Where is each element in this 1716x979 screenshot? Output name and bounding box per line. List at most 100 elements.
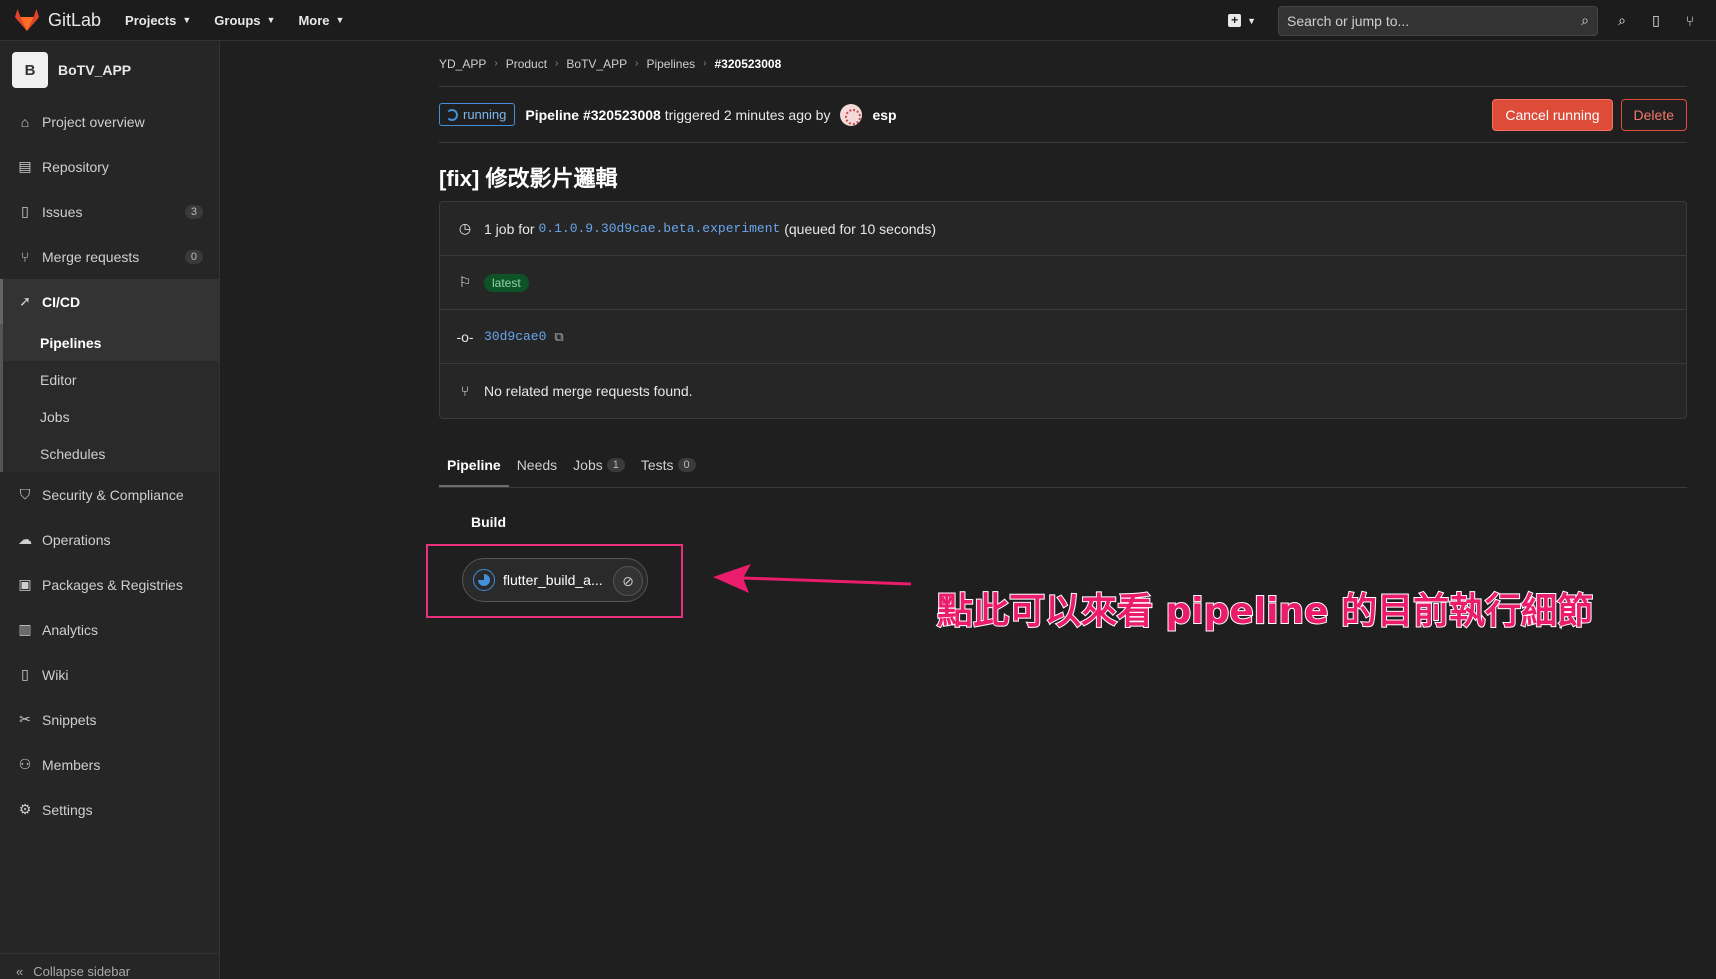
sidebar-item-wiki[interactable]: ▯ Wiki <box>0 652 219 697</box>
sidebar-item-packages[interactable]: ▣ Packages & Registries <box>0 562 219 607</box>
copy-icon[interactable]: ⧉ <box>554 329 563 345</box>
search-input[interactable] <box>1287 12 1582 29</box>
breadcrumb: YD_APP › Product › BoTV_APP › Pipelines › #3… <box>439 41 1687 87</box>
sidebar-item-project-overview[interactable]: ⌂ Project overview <box>0 99 219 144</box>
sidebar-item-label: Wiki <box>42 666 69 683</box>
commit-icon: -o- <box>456 328 474 345</box>
sidebar-item-label: CI/CD <box>42 293 81 310</box>
nav-more[interactable]: More ▼ <box>298 13 344 28</box>
avatar[interactable] <box>840 103 863 126</box>
cloud-icon: ☁ <box>18 531 32 547</box>
chevron-down-icon: ▼ <box>1247 15 1256 26</box>
chevron-down-icon: ▼ <box>335 15 345 25</box>
issues-icon[interactable]: ▯ <box>1648 12 1664 29</box>
count-badge: 3 <box>184 204 203 219</box>
info-row-merge-requests: ⑂ No related merge requests found. <box>440 364 1686 418</box>
sidebar-subitem-editor[interactable]: Editor <box>3 361 219 398</box>
breadcrumb-item[interactable]: BoTV_APP <box>566 57 627 71</box>
job-button[interactable]: flutter_build_a... ⊘ <box>462 558 648 602</box>
sidebar-item-snippets[interactable]: ✂ Snippets <box>0 697 219 742</box>
rocket-icon: ➚ <box>19 293 31 309</box>
count-badge: 0 <box>677 458 696 472</box>
sidebar-item-merge-requests[interactable]: ⑂ Merge requests 0 <box>0 234 219 279</box>
project-header[interactable]: B BoTV_APP <box>0 41 219 99</box>
annotation-text: 點此可以來看 pipeline 的目前執行細節 <box>936 590 1594 633</box>
sidebar-item-label: Members <box>42 756 101 773</box>
scissors-icon: ✂ <box>19 711 31 727</box>
flag-icon: ⚐ <box>458 274 472 290</box>
sidebar-item-label: Operations <box>42 531 111 548</box>
nav-groups[interactable]: Groups ▼ <box>214 13 275 28</box>
sidebar-item-label: Analytics <box>42 621 99 638</box>
pipeline-info-box: ◷ 1 job for 0.1.0.9.30d9cae.beta.experim… <box>439 201 1687 419</box>
top-navbar: GitLab Projects▼ Groups▼ More▼ +▼ ⌕ ⌕ ▯ … <box>0 0 1716 41</box>
sidebar-item-label: Repository <box>42 158 109 175</box>
commit-sha-link[interactable]: 30d9cae0 <box>484 329 546 344</box>
chevron-down-icon: ▼ <box>182 15 192 25</box>
project-name: BoTV_APP <box>58 62 132 78</box>
clock-icon: ◷ <box>458 220 472 236</box>
tab-label: Needs <box>516 457 558 473</box>
tab-label: Tests <box>640 457 674 473</box>
count-badge: 1 <box>606 458 625 472</box>
tab-pipeline[interactable]: Pipeline <box>439 457 509 487</box>
ref-link[interactable]: 0.1.0.9.30d9cae.beta.experiment <box>538 221 780 236</box>
page-title: [fix] 修改影片邏輯 <box>439 166 618 191</box>
breadcrumb-item[interactable]: YD_APP <box>439 57 486 71</box>
issues-icon: ▯ <box>21 203 29 219</box>
breadcrumb-current[interactable]: #320523008 <box>715 57 782 71</box>
search-box[interactable]: ⌕ <box>1278 5 1598 36</box>
pipeline-tabs: Pipeline Needs Jobs 1 Tests 0 <box>439 439 1687 488</box>
tab-needs[interactable]: Needs <box>509 457 565 487</box>
new-dropdown-button[interactable]: + ▼ <box>1228 14 1256 27</box>
nav-projects[interactable]: Projects ▼ <box>125 13 191 28</box>
sidebar-subitem-pipelines[interactable]: Pipelines <box>3 324 219 361</box>
collapse-label: Collapse sidebar <box>33 964 131 979</box>
tab-jobs[interactable]: Jobs 1 <box>565 457 633 487</box>
collapse-sidebar-button[interactable]: « Collapse sidebar <box>0 953 219 979</box>
sidebar-item-security[interactable]: ⛉ Security & Compliance <box>0 472 219 517</box>
users-icon: ⚇ <box>18 756 32 772</box>
doc-icon: ▤ <box>18 158 32 174</box>
delete-button[interactable]: Delete <box>1620 98 1687 131</box>
sidebar-subitem-jobs[interactable]: Jobs <box>3 398 219 435</box>
triggered-text: triggered 2 minutes ago by <box>664 106 831 123</box>
cicd-subnav: Pipelines Editor Jobs Schedules <box>0 324 219 472</box>
search-icon[interactable]: ⌕ <box>1614 12 1630 29</box>
breadcrumb-item[interactable]: Pipelines <box>646 57 695 71</box>
sidebar: B BoTV_APP ⌂ Project overview ▤ Repository… <box>0 41 220 979</box>
chevron-right-icon: › <box>703 58 707 69</box>
sidebar-item-label: Merge requests <box>42 248 140 265</box>
info-row-commit: -o- 30d9cae0 ⧉ <box>440 310 1686 364</box>
merge-request-icon: ⑂ <box>460 383 470 399</box>
latest-badge: latest <box>484 273 529 292</box>
sidebar-subitem-schedules[interactable]: Schedules <box>3 435 219 472</box>
project-avatar: B <box>12 52 48 88</box>
sidebar-item-analytics[interactable]: ▥ Analytics <box>0 607 219 652</box>
book-icon: ▯ <box>21 666 29 682</box>
package-icon: ▣ <box>18 576 32 592</box>
job-count-text: 1 job for <box>484 220 535 237</box>
breadcrumb-item[interactable]: Product <box>506 57 547 71</box>
sidebar-item-issues[interactable]: ▯ Issues 3 <box>0 189 219 234</box>
status-label: running <box>463 107 507 122</box>
pipeline-id: Pipeline #320523008 <box>525 106 661 123</box>
status-badge[interactable]: running <box>439 103 516 126</box>
user-name[interactable]: esp <box>872 107 896 123</box>
chart-icon: ▥ <box>18 621 32 637</box>
cancel-job-icon[interactable]: ⊘ <box>613 566 643 596</box>
sidebar-item-operations[interactable]: ☁ Operations <box>0 517 219 562</box>
tab-tests[interactable]: Tests 0 <box>633 457 704 487</box>
sidebar-item-label: Security & Compliance <box>42 486 184 503</box>
cancel-running-button[interactable]: Cancel running <box>1492 98 1613 131</box>
sidebar-item-settings[interactable]: ⚙ Settings <box>0 787 219 832</box>
sidebar-item-cicd[interactable]: ➚ CI/CD <box>0 279 219 324</box>
plus-icon: + <box>1228 14 1242 27</box>
running-status-icon <box>473 569 495 591</box>
sidebar-item-repository[interactable]: ▤ Repository <box>0 144 219 189</box>
merge-request-icon[interactable]: ⑂ <box>1682 13 1698 29</box>
gitlab-home-link[interactable]: GitLab <box>14 8 101 32</box>
nav-label: Projects <box>125 12 177 28</box>
sidebar-item-members[interactable]: ⚇ Members <box>0 742 219 787</box>
chevron-down-icon: ▼ <box>266 15 276 25</box>
